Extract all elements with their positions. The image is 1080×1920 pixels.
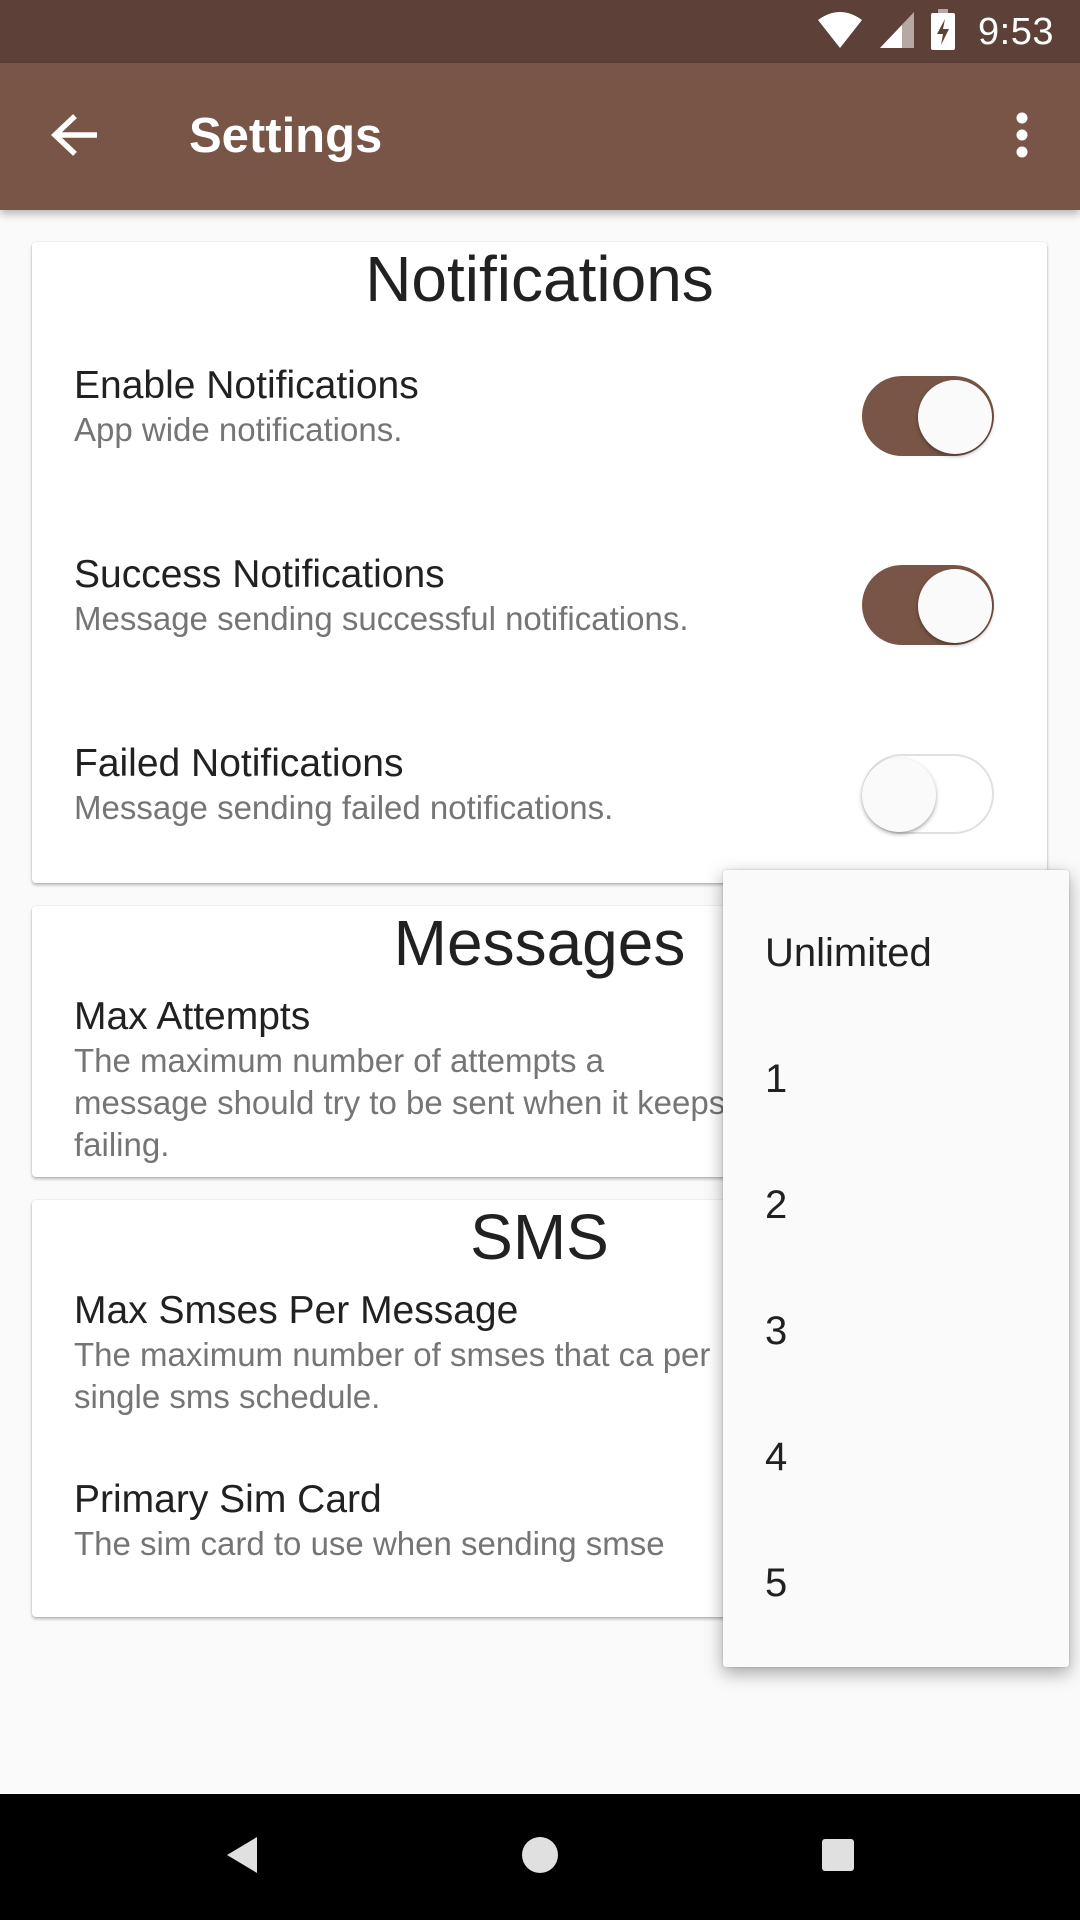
- back-button[interactable]: [40, 103, 108, 171]
- switch-thumb: [918, 569, 992, 643]
- dropdown-option-4[interactable]: 4: [765, 1394, 1045, 1520]
- setting-max-attempts[interactable]: Max Attempts The maximum number of attem…: [74, 994, 734, 1166]
- setting-description: The maximum number of smses that ca per …: [74, 1336, 711, 1415]
- system-nav-bar: [0, 1794, 1080, 1920]
- screen: 9:53 Settings Notifications Enable Notif…: [0, 0, 1080, 1920]
- nav-home-button[interactable]: [504, 1821, 576, 1893]
- switch-thumb: [918, 380, 992, 454]
- status-time: 9:53: [978, 10, 1054, 53]
- setting-title: Max Attempts: [74, 995, 311, 1038]
- setting-max-smses-per-message[interactable]: Max Smses Per Message The maximum number…: [74, 1288, 794, 1418]
- setting-primary-sim-card[interactable]: Primary Sim Card The sim card to use whe…: [74, 1477, 794, 1565]
- setting-description: The sim card to use when sending smse: [74, 1525, 665, 1562]
- home-circle-icon: [520, 1835, 560, 1880]
- overflow-menu-button[interactable]: [988, 103, 1056, 171]
- notifications-title: Notifications: [365, 243, 714, 315]
- arrow-back-icon: [50, 113, 98, 161]
- dropdown-option-unlimited[interactable]: Unlimited: [765, 890, 1045, 1016]
- status-icons: 9:53: [816, 8, 1054, 56]
- more-vert-icon: [1015, 112, 1029, 163]
- max-attempts-dropdown-menu: Unlimited 1 2 3 4 5: [723, 870, 1069, 1667]
- failed-notifications-switch[interactable]: [860, 744, 996, 834]
- app-bar: Settings: [0, 63, 1080, 210]
- dropdown-option-3[interactable]: 3: [765, 1268, 1045, 1394]
- cell-signal-icon: [878, 10, 916, 55]
- status-bar: 9:53: [0, 0, 1080, 63]
- switch-thumb: [862, 758, 936, 832]
- wifi-icon: [816, 10, 864, 55]
- dropdown-option-5[interactable]: 5: [765, 1520, 1045, 1646]
- dropdown-option-1[interactable]: 1: [765, 1016, 1045, 1142]
- recents-square-icon: [820, 1837, 856, 1878]
- enable-notifications-switch[interactable]: [860, 366, 996, 456]
- success-notifications-switch[interactable]: [860, 555, 996, 645]
- setting-title: Max Smses Per Message: [74, 1289, 519, 1332]
- setting-title: Primary Sim Card: [74, 1478, 382, 1521]
- battery-charging-icon: [930, 8, 956, 56]
- back-triangle-icon: [223, 1835, 259, 1880]
- nav-recents-button[interactable]: [802, 1821, 874, 1893]
- nav-back-button[interactable]: [205, 1821, 277, 1893]
- setting-description: The maximum number of attempts a message…: [74, 1042, 726, 1163]
- page-title: Settings: [189, 109, 383, 163]
- notifications-card: Notifications Enable Notifications App w…: [32, 242, 1047, 883]
- dropdown-option-2[interactable]: 2: [765, 1142, 1045, 1268]
